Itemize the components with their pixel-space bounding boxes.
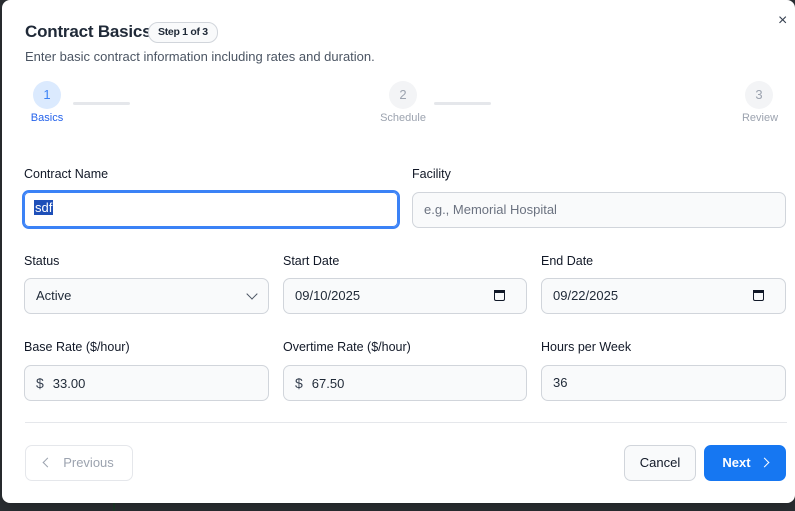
overtime-rate-input[interactable]: $67.50 <box>283 365 527 401</box>
start-date-input[interactable]: 09/10/2025 <box>283 278 527 314</box>
step-1-connector <box>73 102 130 105</box>
step-badge: Step 1 of 3 <box>148 22 218 43</box>
previous-button[interactable]: Previous <box>25 445 133 481</box>
chevron-right-icon <box>759 457 770 468</box>
next-button[interactable]: Next <box>704 445 786 481</box>
modal-subtitle: Enter basic contract information includi… <box>25 49 375 64</box>
step-2-circle: 2 <box>389 81 417 109</box>
facility-label: Facility <box>412 167 451 181</box>
step-2-label: Schedule <box>380 112 426 124</box>
base-rate-label: Base Rate ($/hour) <box>24 340 130 354</box>
start-date-label: Start Date <box>283 254 340 268</box>
footer-divider <box>25 422 787 423</box>
calendar-icon[interactable] <box>753 290 764 301</box>
end-date-label: End Date <box>541 254 594 268</box>
step-2-connector <box>434 102 491 105</box>
next-button-label: Next <box>722 455 751 470</box>
base-rate-input[interactable]: $33.00 <box>24 365 269 401</box>
status-select[interactable]: Active <box>24 278 269 314</box>
chevron-down-icon <box>246 288 258 300</box>
overtime-rate-label: Overtime Rate ($/hour) <box>283 340 411 354</box>
step-1-label: Basics <box>30 112 64 124</box>
end-date-value: 09/22/2025 <box>553 288 619 303</box>
hours-per-week-label: Hours per Week <box>541 340 632 354</box>
close-icon[interactable]: × <box>778 13 787 29</box>
contract-name-label: Contract Name <box>24 167 109 181</box>
step-1-circle: 1 <box>33 81 61 109</box>
dollar-icon: $ <box>295 375 303 391</box>
contract-name-value: sdf <box>34 200 54 215</box>
chevron-left-icon <box>42 457 53 468</box>
dollar-icon: $ <box>36 375 44 391</box>
hours-per-week-value: 36 <box>553 375 568 390</box>
calendar-icon[interactable] <box>494 290 505 301</box>
previous-button-label: Previous <box>63 455 114 470</box>
step-3-label: Review <box>741 112 779 124</box>
end-date-input[interactable]: 09/22/2025 <box>541 278 786 314</box>
modal-title: Contract Basics <box>25 22 152 41</box>
status-value: Active <box>36 288 72 303</box>
status-label: Status <box>24 254 60 268</box>
contract-modal: × Contract Basics Step 1 of 3 Enter basi… <box>2 0 795 503</box>
base-rate-value: 33.00 <box>52 376 86 391</box>
cancel-button[interactable]: Cancel <box>624 445 696 481</box>
hours-per-week-input[interactable]: 36 <box>541 365 786 401</box>
facility-input[interactable]: e.g., Memorial Hospital <box>412 192 786 228</box>
cancel-button-label: Cancel <box>639 455 681 470</box>
step-3-circle: 3 <box>745 81 773 109</box>
contract-name-input[interactable]: sdf <box>22 190 400 229</box>
start-date-value: 09/10/2025 <box>295 288 361 303</box>
facility-placeholder: e.g., Memorial Hospital <box>424 202 557 217</box>
overtime-rate-value: 67.50 <box>311 376 345 391</box>
